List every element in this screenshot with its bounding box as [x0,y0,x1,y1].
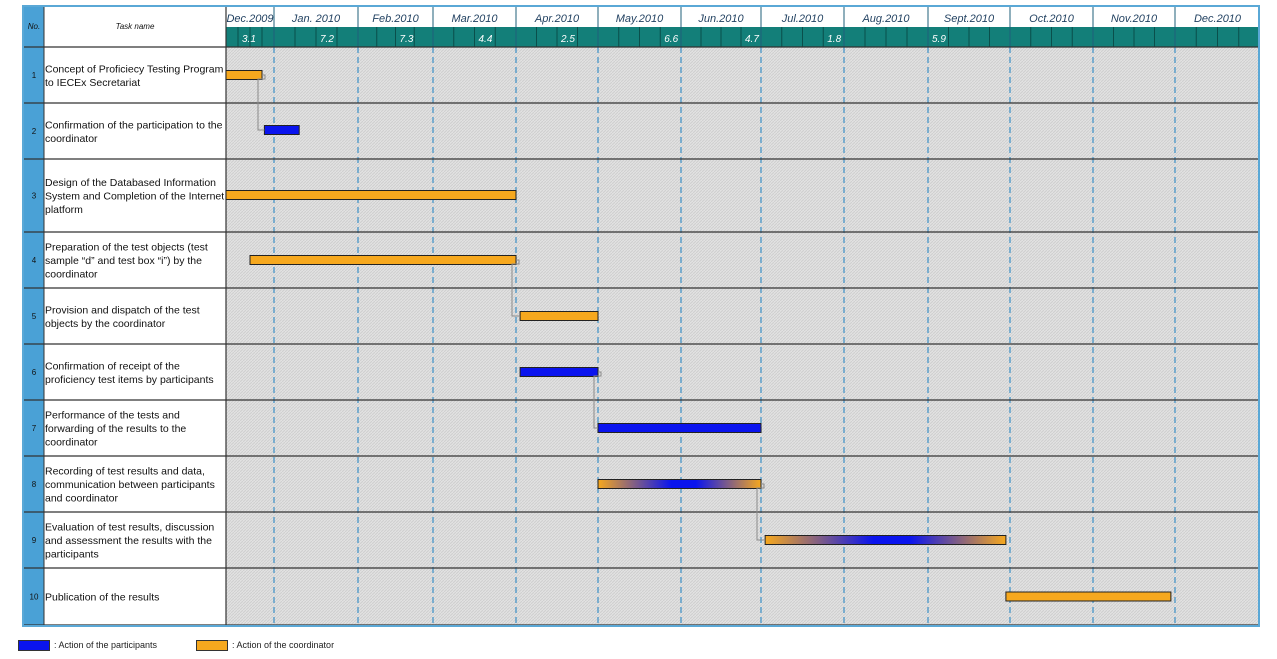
month-label: Jun.2010 [697,13,744,25]
month-label: Jul.2010 [781,13,824,25]
task-number: 7 [32,424,37,433]
task-name-line: Confirmation of receipt of the [45,360,180,372]
week-label: 7.2 [320,34,334,45]
task-name-line: Publication of the results [45,592,159,604]
task-bar [519,367,599,377]
gantt-chart: No. Task name Dec.2009 Jan. 2010 Feb.2010 Mar… [24,7,1258,625]
task-name-line: Confirmation of the participation to the [45,119,223,131]
task-name-line: platform [45,204,83,216]
month-label: Dec.2010 [1194,13,1242,25]
task-bar [597,479,762,489]
month-label: Apr.2010 [534,13,580,25]
task-number: 9 [32,536,37,545]
task-bar [597,423,762,433]
legend-label-coordinator: : Action of the coordinator [232,640,335,650]
month-label: Nov.2010 [1111,13,1158,25]
week-label: 1.8 [827,34,841,45]
task-name-line: Recording of test results and data, [45,466,205,478]
task-name-line: and assessment the results with the [45,535,212,547]
week-label: 4.4 [479,34,493,45]
task-name-line: System and Completion of the Internet [45,191,224,203]
task-number: 6 [32,368,37,377]
task-name-line: coordinator [45,269,98,281]
task-bar [225,70,263,80]
week-label: 3.1 [242,34,256,45]
task-name-line: sample “d” and test box “i”) by the [45,255,202,267]
task-number: 4 [32,256,37,265]
task-number: 3 [32,192,37,201]
week-header-band [226,27,1258,47]
task-name-line: Performance of the tests and [45,410,180,422]
legend-swatch-participants [18,639,50,651]
task-name-line: objects by the coordinator [45,318,166,330]
month-label: Jan. 2010 [291,13,341,25]
task-bar [225,190,517,200]
legend-item-participants: : Action of the participants [18,637,157,653]
gantt-frame: No. Task name Dec.2009 Jan. 2010 Feb.2010 Mar… [22,5,1260,627]
month-label: Dec.2009 [226,13,273,25]
task-name-line: coordinator [45,133,98,145]
task-number: 5 [32,312,37,321]
task-number: 8 [32,480,37,489]
grid-background [226,47,1258,625]
month-label: Mar.2010 [451,13,498,25]
legend: : Action of the participants : Action of… [18,637,618,653]
task-name-line: to IECEx Secretariat [45,77,140,89]
task-name-line: communication between participants [45,479,215,491]
week-label: 7.3 [400,34,414,45]
legend-swatch-coordinator [196,639,228,651]
month-label: May.2010 [616,13,664,25]
legend-item-coordinator: : Action of the coordinator [196,637,334,653]
task-name-line: Evaluation of test results, discussion [45,522,214,534]
legend-label-participants: : Action of the participants [54,640,158,650]
task-bar [764,535,1007,545]
week-label: 5.9 [932,34,946,45]
task-number: 10 [30,593,39,602]
task-number: 1 [32,71,37,80]
task-name-line: Design of the Databased Information [45,177,216,189]
task-name-line: forwarding of the results to the [45,423,186,435]
task-bar [1005,591,1172,602]
task-header-label: Task name [116,22,155,31]
month-label: Feb.2010 [372,13,419,25]
month-label: Sept.2010 [944,13,995,25]
week-label: 6.6 [664,34,678,45]
task-name-line: Concept of Proficiecy Testing Program [45,63,224,75]
task-name-line: and coordinator [45,493,118,505]
task-name-line: participants [45,549,99,561]
month-label: Oct.2010 [1029,13,1075,25]
task-number: 2 [32,127,37,136]
task-name-line: proficiency test items by participants [45,374,214,386]
week-label: 2.5 [560,34,575,45]
task-name-line: Provision and dispatch of the test [45,304,200,316]
task-bar [263,125,300,135]
task-bar [249,255,517,265]
week-label: 4.7 [745,34,759,45]
task-name-line: coordinator [45,437,98,449]
month-label: Aug.2010 [861,13,910,25]
task-bar [519,311,599,321]
no-header-label: No. [28,22,40,31]
task-name-line: Preparation of the test objects (test [45,242,208,254]
